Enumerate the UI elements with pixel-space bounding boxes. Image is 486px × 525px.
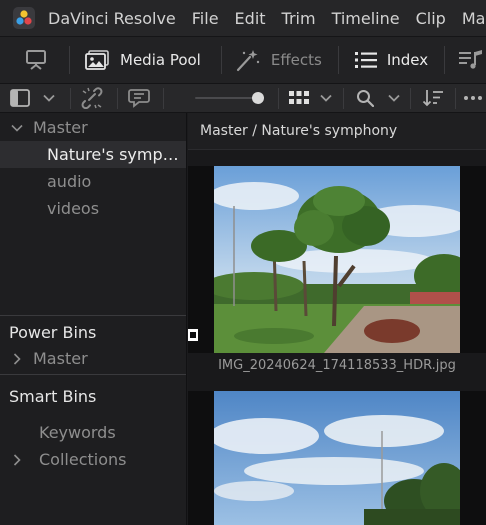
smart-bin-label: Collections	[39, 450, 127, 469]
toolbar-divider	[70, 88, 71, 109]
bin-master[interactable]: Master	[0, 114, 186, 141]
panel-toolbar: Media Pool Effects Index	[0, 36, 486, 83]
toolbar-divider	[444, 46, 446, 74]
clip-image	[214, 166, 460, 353]
breadcrumb-path[interactable]: Master / Nature's symphony	[200, 123, 397, 139]
toggle-panel-button[interactable]	[24, 49, 48, 71]
smart-bins-header: Smart Bins	[0, 383, 186, 410]
search-button[interactable]	[356, 84, 402, 112]
bin-master-label: Master	[33, 118, 88, 137]
view-mode-button[interactable]	[289, 84, 335, 112]
chevron-down-icon[interactable]	[11, 124, 23, 132]
clip-filename: IMG_20240624_174118533_HDR.jpg	[218, 358, 456, 373]
media-pool-toolbar	[0, 83, 486, 113]
list-icon	[354, 52, 377, 68]
sound-library-button[interactable]	[459, 49, 483, 71]
toolbar-divider	[343, 88, 344, 109]
sort-icon	[422, 90, 443, 107]
effects-label: Effects	[270, 51, 322, 69]
davinci-resolve-logo-icon	[13, 7, 35, 29]
bin-item-videos[interactable]: videos	[0, 195, 186, 222]
monitor-icon	[26, 50, 46, 70]
bin-item-audio[interactable]: audio	[0, 168, 186, 195]
toolbar-divider	[410, 88, 411, 109]
section-divider	[0, 315, 186, 316]
effects-button[interactable]: Effects	[235, 48, 322, 72]
section-divider	[0, 374, 186, 375]
speech-bubble-icon	[128, 89, 150, 108]
toggle-bin-list-button[interactable]	[10, 84, 62, 112]
more-dots-icon	[464, 96, 482, 100]
chevron-right-icon[interactable]	[13, 352, 21, 365]
clip-image	[214, 391, 460, 525]
toolbar-divider	[117, 88, 118, 109]
smart-bin-collections[interactable]: Collections	[0, 446, 186, 473]
sort-button[interactable]	[422, 84, 448, 112]
thumbnail-size-slider[interactable]	[195, 84, 267, 112]
unlink-button[interactable]	[80, 84, 106, 112]
metadata-button[interactable]	[128, 84, 154, 112]
toolbar-divider	[69, 46, 70, 74]
search-icon	[357, 90, 374, 107]
grid-view-icon	[289, 91, 309, 104]
clip-thumbnail[interactable]	[188, 391, 486, 525]
index-button[interactable]: Index	[354, 51, 429, 69]
bin-item-label: Nature's symp…	[47, 145, 179, 164]
sound-library-icon	[459, 50, 483, 69]
media-pool-content: Master / Nature's symphony IMG_20240624_…	[188, 113, 486, 525]
menu-trim[interactable]: Trim	[282, 9, 316, 28]
media-pool-label: Media Pool	[120, 51, 201, 69]
bin-item-label: audio	[47, 172, 92, 191]
slider-track-icon	[195, 92, 264, 104]
chevron-down-icon	[320, 94, 332, 102]
chevron-right-icon[interactable]	[13, 453, 21, 466]
chevron-down-icon	[388, 94, 400, 102]
unlink-icon	[81, 87, 103, 109]
power-bins-header: Power Bins	[0, 319, 186, 346]
app-name[interactable]: DaVinci Resolve	[48, 9, 176, 28]
chevron-down-icon	[43, 94, 55, 102]
index-label: Index	[386, 51, 429, 69]
bin-item-natures-symphony[interactable]: Nature's symp…	[0, 141, 186, 168]
menu-timeline[interactable]: Timeline	[332, 9, 400, 28]
more-options-button[interactable]	[463, 84, 483, 112]
media-pool-icon	[85, 50, 109, 70]
clip-thumbnail[interactable]	[188, 166, 486, 353]
toolbar-divider	[220, 46, 222, 74]
smart-bin-keywords[interactable]: Keywords	[0, 419, 186, 446]
media-pool-button[interactable]: Media Pool	[85, 49, 201, 71]
menu-clip[interactable]: Clip	[416, 9, 446, 28]
power-bin-master-label: Master	[33, 349, 88, 368]
power-bin-master[interactable]: Master	[0, 345, 186, 372]
toolbar-divider	[455, 88, 456, 109]
power-bins-title: Power Bins	[9, 323, 97, 342]
menu-bar: DaVinci Resolve File Edit Trim Timeline …	[0, 0, 486, 36]
menu-edit[interactable]: Edit	[235, 9, 266, 28]
bin-item-label: videos	[47, 199, 100, 218]
menu-file[interactable]: File	[192, 9, 219, 28]
magic-wand-icon	[236, 50, 260, 72]
smart-bins-title: Smart Bins	[9, 387, 97, 406]
menu-mark[interactable]: Mar	[462, 9, 486, 28]
clip-type-icon	[188, 329, 198, 341]
toolbar-divider	[337, 46, 339, 74]
bin-list: Master Nature's symp… audio videos Power…	[0, 113, 187, 525]
breadcrumb: Master / Nature's symphony	[188, 113, 486, 150]
toolbar-divider	[163, 88, 164, 109]
sidebar-panel-icon	[10, 89, 30, 107]
smart-bin-label: Keywords	[39, 423, 116, 442]
toolbar-divider	[278, 88, 279, 109]
